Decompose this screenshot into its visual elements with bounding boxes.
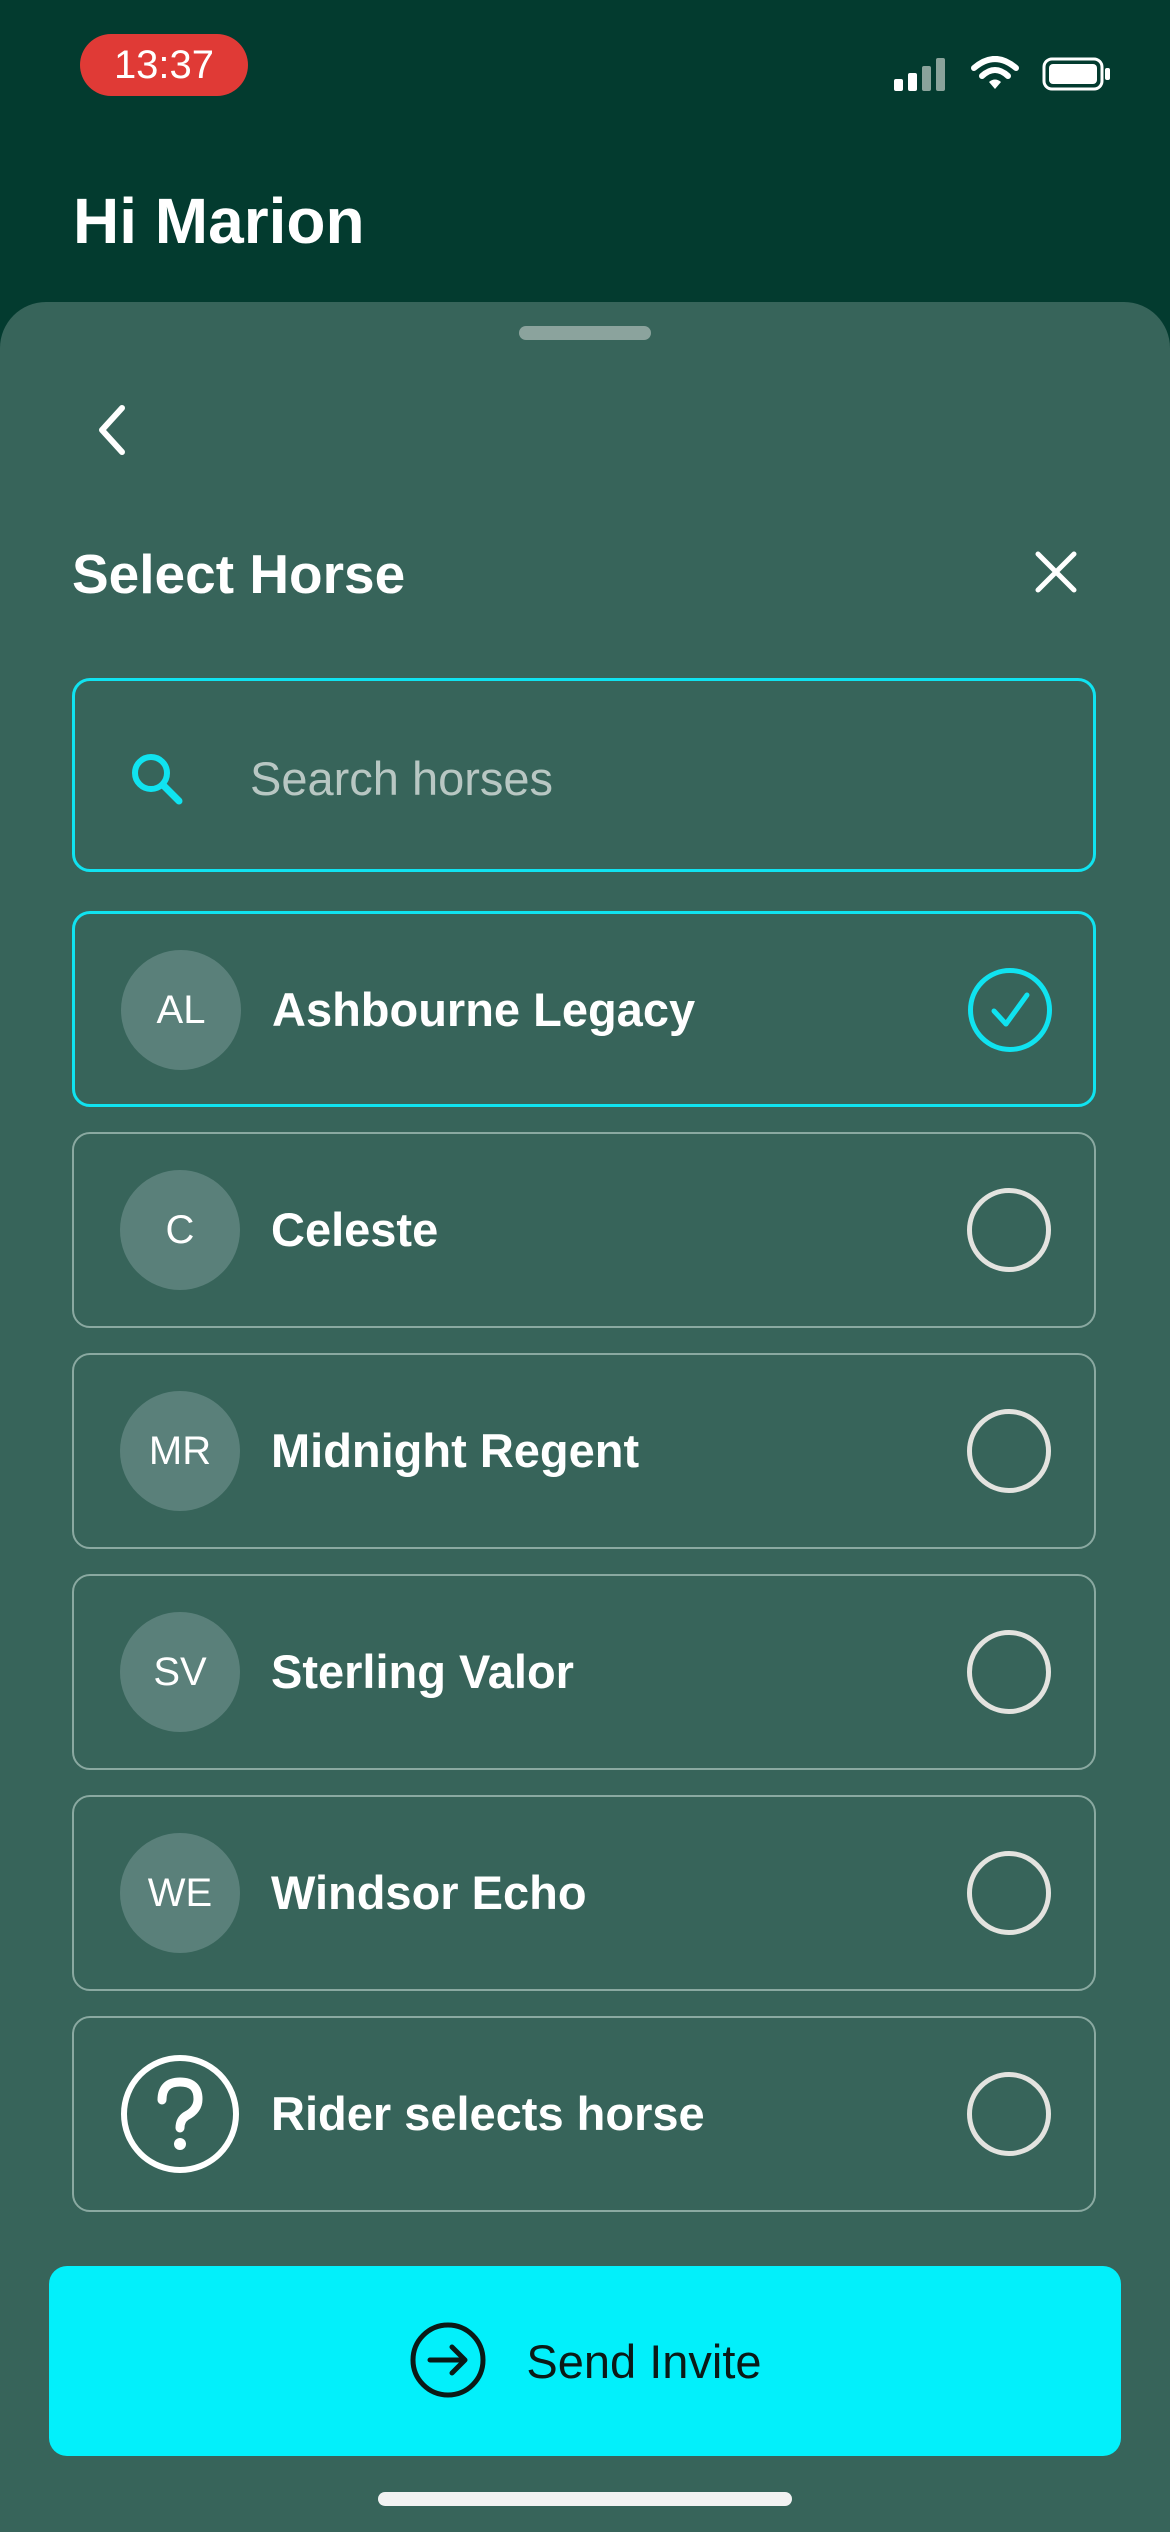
question-circle-icon — [120, 2054, 240, 2174]
horse-avatar: AL — [121, 950, 241, 1070]
horse-name: Celeste — [271, 1203, 439, 1256]
cellular-signal-icon — [894, 57, 948, 95]
horse-name: Sterling Valor — [271, 1645, 574, 1698]
select-horse-sheet: Select Horse AL Ashbourne Legacy — [0, 302, 1170, 2532]
status-bar: 13:37 — [0, 0, 1170, 140]
horse-option-ashbourne-legacy[interactable]: AL Ashbourne Legacy — [72, 911, 1096, 1107]
unselected-radio[interactable] — [967, 1851, 1051, 1935]
unselected-radio[interactable] — [967, 1630, 1051, 1714]
search-box[interactable] — [72, 678, 1096, 872]
status-icons — [894, 52, 1112, 100]
horse-avatar: WE — [120, 1833, 240, 1953]
sheet-grabber[interactable] — [519, 326, 651, 340]
unselected-radio[interactable] — [967, 2072, 1051, 2156]
checkmark-icon — [991, 992, 1030, 1027]
chevron-left-icon — [92, 402, 132, 462]
horse-option-midnight-regent[interactable]: MR Midnight Regent — [72, 1353, 1096, 1549]
sheet-title: Select Horse — [72, 543, 406, 605]
horse-option-celeste[interactable]: C Celeste — [72, 1132, 1096, 1328]
horse-name: Ashbourne Legacy — [272, 983, 696, 1036]
horse-name: Rider selects horse — [271, 2087, 705, 2140]
search-icon — [129, 751, 185, 811]
horse-name: Midnight Regent — [271, 1424, 640, 1477]
send-invite-label: Send Invite — [526, 2334, 762, 2388]
send-invite-button[interactable]: Send Invite — [49, 2266, 1121, 2456]
greeting-title: Hi Marion — [73, 185, 365, 257]
back-button[interactable] — [80, 392, 144, 472]
close-button[interactable] — [1020, 538, 1092, 610]
selected-radio[interactable] — [968, 968, 1052, 1052]
horse-option-sterling-valor[interactable]: SV Sterling Valor — [72, 1574, 1096, 1770]
status-time: 13:37 — [80, 34, 248, 96]
wifi-icon — [970, 56, 1020, 96]
battery-icon — [1042, 56, 1112, 96]
close-icon — [1034, 550, 1078, 598]
unselected-radio[interactable] — [967, 1188, 1051, 1272]
arrow-right-circle-icon — [408, 2320, 488, 2403]
horse-avatar: MR — [120, 1391, 240, 1511]
horse-option-windsor-echo[interactable]: WE Windsor Echo — [72, 1795, 1096, 1991]
unselected-radio[interactable] — [967, 1409, 1051, 1493]
horse-avatar: SV — [120, 1612, 240, 1732]
home-indicator[interactable] — [378, 2492, 792, 2506]
search-input[interactable] — [248, 741, 1052, 815]
horse-option-rider-selects[interactable]: Rider selects horse — [72, 2016, 1096, 2212]
horse-avatar: C — [120, 1170, 240, 1290]
horse-list: AL Ashbourne Legacy C Celeste MR Midnigh… — [72, 911, 1096, 2237]
horse-name: Windsor Echo — [271, 1866, 587, 1919]
